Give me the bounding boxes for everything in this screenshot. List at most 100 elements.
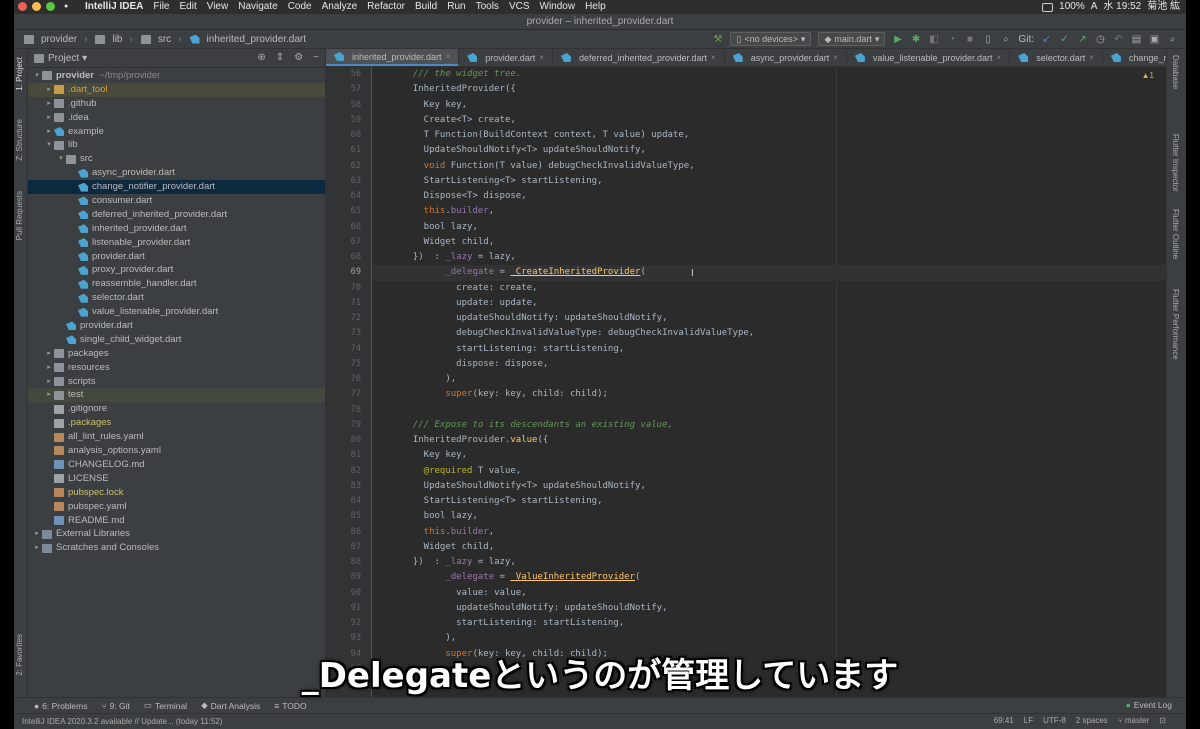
chevron-right-icon[interactable]: ▸ [44,375,54,389]
status-message[interactable]: IntelliJ IDEA 2020.3.2 available // Upda… [22,717,222,726]
hammer-icon[interactable]: ⚒ [712,34,723,45]
tree-item[interactable]: analysis_options.yaml [28,444,325,458]
tree-item[interactable]: async_provider.dart [28,166,325,180]
tree-item[interactable]: reassemble_handler.dart [28,277,325,291]
chevron-right-icon[interactable]: ▸ [44,97,54,111]
editor-tab[interactable]: provider.dart × [459,49,553,66]
menu-vcs[interactable]: VCS [504,0,535,14]
caret-position[interactable]: 69:41 [994,716,1014,725]
editor-tab[interactable]: change_notifier_provider.dar× [1103,49,1166,66]
tree-item[interactable]: .packages [28,416,325,430]
close-icon[interactable]: × [997,53,1002,62]
editor-tab[interactable]: async_provider.dart × [725,49,847,66]
stop-icon[interactable]: ■ [964,34,975,45]
search-everywhere-icon[interactable]: ⌕ [1000,34,1011,45]
tree-item[interactable]: ▸ example [28,125,325,139]
code-editor[interactable]: ▲1 /// the widget tree. InheritedProvide… [372,67,1166,697]
editor-tab[interactable]: value_listenable_provider.dart × [847,49,1011,66]
menu-window[interactable]: Window [535,0,581,14]
close-icon[interactable]: × [1089,53,1094,62]
rollback-icon[interactable]: ↶ [1113,34,1124,45]
device-manager-icon[interactable]: ▯ [982,34,993,45]
tree-item[interactable]: ▸ packages [28,347,325,361]
menu-run[interactable]: Run [442,0,470,14]
tree-item[interactable]: ▸ External Libraries [28,527,325,541]
chevron-right-icon[interactable]: ▸ [32,541,42,555]
line-separator[interactable]: LF [1024,716,1033,725]
tree-item[interactable]: ▸ scripts [28,375,325,389]
chevron-right-icon[interactable]: ▸ [44,111,54,125]
problems-tool[interactable]: ● 6: Problems [34,701,88,711]
menu-tools[interactable]: Tools [471,0,504,14]
tree-item[interactable]: pubspec.yaml [28,500,325,514]
indent-setting[interactable]: 2 spaces [1076,716,1108,725]
run-config-selector[interactable]: ◆ main.dart ▾ [818,32,886,46]
project-structure-icon[interactable]: ▤ [1131,34,1142,45]
input-method-indicator[interactable]: A [1091,0,1098,14]
chevron-down-icon[interactable]: ▾ [82,53,87,64]
tree-item[interactable]: ▸ .dart_tool [28,82,325,97]
tab-structure[interactable]: Z: Structure [15,119,24,161]
git-branch[interactable]: ⑂ master [1118,716,1149,725]
tree-item[interactable]: ▾ src [28,152,325,166]
user-name[interactable]: 菊池 紘 [1147,0,1180,14]
tree-item[interactable]: CHANGELOG.md [28,458,325,472]
chevron-right-icon[interactable]: ▸ [44,361,54,375]
tree-item[interactable]: all_lint_rules.yaml [28,430,325,444]
tree-item[interactable]: .gitignore [28,402,325,416]
layout-icon[interactable]: ▣ [1149,34,1160,45]
menu-app-name[interactable]: IntelliJ IDEA [80,0,148,14]
breadcrumb-item[interactable]: inherited_provider.dart [186,34,311,45]
zoom-window-button[interactable] [46,2,55,11]
expand-collapse-icon[interactable]: ⇕ [276,52,284,63]
menu-view[interactable]: View [202,0,234,14]
tree-item[interactable]: ▸ .github [28,97,325,111]
coverage-icon[interactable]: ◧ [928,34,939,45]
tree-item[interactable]: ▸ test [28,388,325,403]
gear-icon[interactable]: ⚙ [294,52,303,63]
tree-item[interactable]: README.md [28,514,325,528]
git-update-icon[interactable]: ↙ [1041,34,1052,45]
tab-favorites[interactable]: 2: Favorites [15,634,24,676]
chevron-down-icon[interactable]: ▾ [44,138,54,152]
tree-item[interactable]: deferred_inherited_provider.dart [28,208,325,222]
tree-item[interactable]: single_child_widget.dart [28,333,325,347]
history-icon[interactable]: ◷ [1095,34,1106,45]
chevron-right-icon[interactable]: ▸ [44,125,54,139]
tree-item[interactable]: consumer.dart [28,194,325,208]
chevron-down-icon[interactable]: ▾ [56,152,66,166]
hide-icon[interactable]: − [313,52,319,63]
tab-flutter-outline[interactable]: Flutter Outline [1171,209,1180,259]
editor-tab[interactable]: selector.dart × [1010,49,1103,66]
git-push-icon[interactable]: ↗ [1077,34,1088,45]
tab-flutter-performance[interactable]: Flutter Performance [1171,289,1180,360]
tab-pull-requests[interactable]: Pull Requests [15,191,24,240]
menu-code[interactable]: Code [283,0,317,14]
apple-icon[interactable]: ● [64,0,68,14]
battery-icon[interactable] [1042,2,1054,12]
git-commit-icon[interactable]: ✓ [1059,34,1070,45]
tree-item[interactable]: ▾ lib [28,138,325,152]
tree-item[interactable]: selector.dart [28,291,325,305]
run-icon[interactable]: ▶ [892,34,903,45]
git-tool[interactable]: ⑂ 9: Git [102,701,130,711]
tab-project[interactable]: 1: Project [15,57,24,91]
event-log-tool[interactable]: ● Event Log [1126,700,1172,710]
tree-item[interactable]: ▾ provider ~/tmp/provider [28,69,325,83]
debug-icon[interactable]: ✱ [910,34,921,45]
chevron-right-icon[interactable]: ▸ [44,347,54,361]
chevron-right-icon[interactable]: ▸ [32,527,42,541]
close-window-button[interactable] [18,2,27,11]
tree-item[interactable]: provider.dart [28,319,325,333]
clock[interactable]: 水 19:52 [1103,0,1141,14]
file-encoding[interactable]: UTF-8 [1043,716,1066,725]
close-icon[interactable]: × [539,53,544,62]
dart-analysis-tool[interactable]: ◆ Dart Analysis [201,700,260,711]
menu-edit[interactable]: Edit [174,0,201,14]
menu-navigate[interactable]: Navigate [233,0,282,14]
tree-item[interactable]: change_notifier_provider.dart [28,180,325,195]
editor-tab[interactable]: deferred_inherited_provider.dart × [553,49,725,66]
warning-indicator[interactable]: ▲1 [1142,71,1154,80]
close-icon[interactable]: × [711,53,716,62]
tree-item[interactable]: inherited_provider.dart [28,222,325,236]
